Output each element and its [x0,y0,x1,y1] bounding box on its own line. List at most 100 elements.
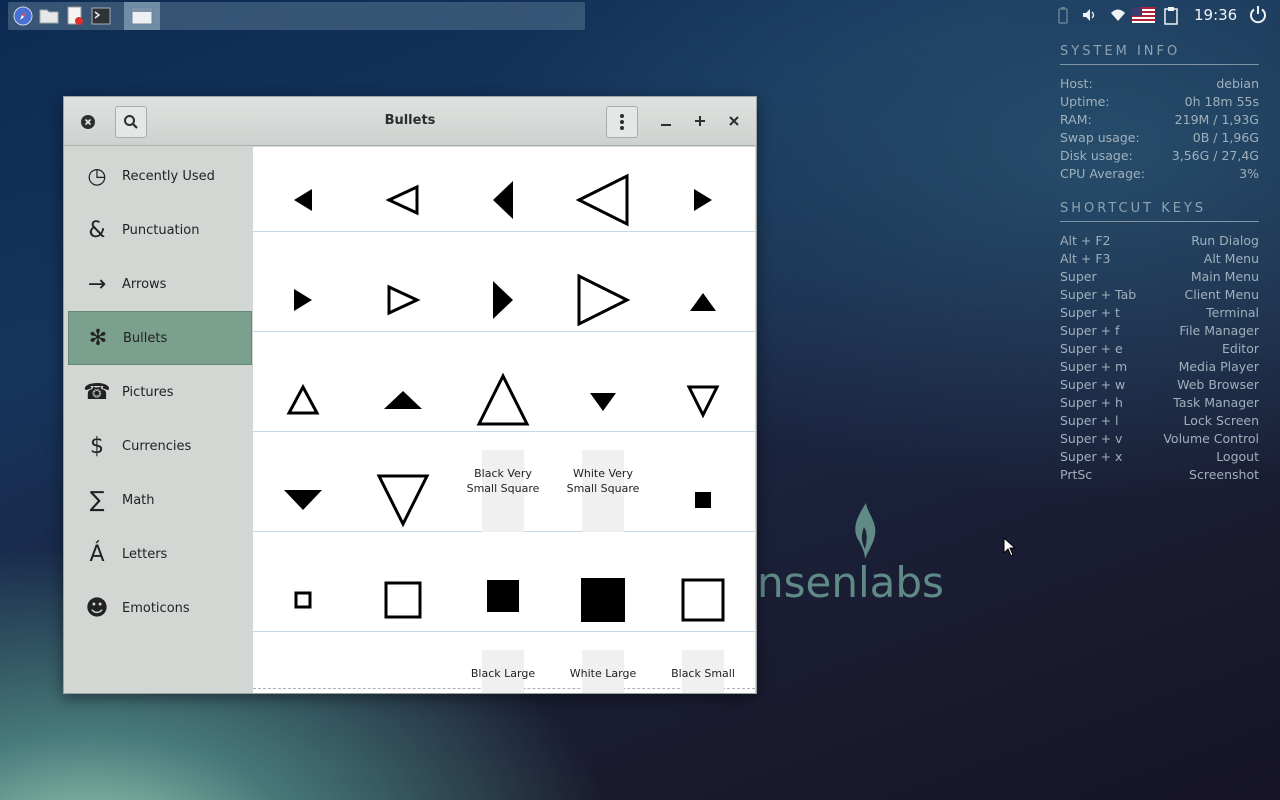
close-circle-icon [81,115,95,129]
sidebar-item-pictures[interactable]: ☎ Pictures [68,365,252,419]
character-cell[interactable] [553,332,653,432]
shortcut-value: Alt Menu [1203,251,1259,266]
compass-icon[interactable] [12,5,34,27]
maximize-button[interactable] [692,113,708,129]
menu-button[interactable] [606,106,638,138]
maximize-icon [695,116,705,126]
character-cell[interactable] [253,432,353,532]
sidebar-item-recently-used[interactable]: ◷ Recently Used [68,149,252,203]
shortcut-value: Terminal [1206,305,1259,320]
shortcut-row: Super + l Lock Screen [1060,412,1259,430]
sidebar-item-label: Math [122,492,155,508]
sidebar-item-currencies[interactable]: $ Currencies [68,419,252,473]
character-name-line: Black Large [470,667,536,680]
system-info-value: 3,56G / 27,4G [1171,148,1259,163]
system-info-row: Host: debian [1060,75,1259,93]
character-cell[interactable] [353,232,453,332]
text-editor-icon[interactable] [64,5,86,27]
sidebar-item-math[interactable]: ∑ Math [68,473,252,527]
system-info-row: Uptime: 0h 18m 55s [1060,93,1259,111]
shortcut-row: Super + v Volume Control [1060,430,1259,448]
character-cell[interactable] [353,432,453,532]
mouse-pointer-icon [1003,536,1017,561]
shortcut-label: Super + h [1060,395,1123,410]
character-row [253,332,755,432]
character-name-label: White Large [553,666,653,681]
search-button[interactable] [115,106,147,138]
sq-solid-small-glyph [695,492,711,508]
minimize-icon [661,124,671,126]
character-cell[interactable] [653,147,753,232]
bunsenlabs-logo-text: nsenlabs [757,558,944,607]
glyph-shape [690,293,716,311]
sidebar-item-arrows[interactable]: → Arrows [68,257,252,311]
sidebar-item-punctuation[interactable]: & Punctuation [68,203,252,257]
sidebar-item-bullets[interactable]: ✻ Bullets [68,311,252,365]
character-cell[interactable] [353,532,453,632]
glyph-shape [493,281,513,319]
sidebar-item-label: Letters [122,546,168,562]
character-name-label: Black Small [653,666,753,681]
terminal-icon[interactable] [90,5,112,27]
taskbar-window-bullets[interactable] [124,2,160,30]
shortcut-row: Super Main Menu [1060,268,1259,286]
character-cell[interactable] [653,232,753,332]
minimize-button[interactable] [658,113,674,129]
ampersand-icon: & [88,217,106,243]
character-cell[interactable] [553,232,653,332]
system-info-value: debian [1216,76,1259,91]
folder-icon[interactable] [38,5,60,27]
clipboard-icon[interactable] [1164,7,1178,29]
system-info-label: Swap usage: [1060,130,1140,145]
battery-icon[interactable] [1057,7,1069,29]
character-cell[interactable]: White Very Small Square [553,432,653,532]
telephone-icon: ☎ [83,379,111,405]
character-cell[interactable] [253,232,353,332]
character-cell[interactable] [453,532,553,632]
character-cell[interactable] [553,532,653,632]
shortcut-value: Run Dialog [1191,233,1259,248]
wifi-icon[interactable] [1110,7,1126,27]
glyph-shape [575,173,629,227]
character-cell[interactable] [453,147,553,232]
shortcut-label: PrtSc [1060,467,1093,482]
top-panel: 19:36 [0,0,1280,32]
glyph-shape [577,273,631,327]
character-name-line: Small Square [466,482,540,495]
us-flag-icon[interactable] [1132,7,1155,27]
volume-icon[interactable] [1082,7,1098,27]
character-cell[interactable] [553,147,653,232]
power-icon[interactable] [1248,5,1268,29]
character-name-line: Black Very [474,467,532,480]
character-cell[interactable] [453,232,553,332]
character-cell[interactable] [653,532,753,632]
character-cell[interactable] [453,332,553,432]
character-cell[interactable] [353,147,453,232]
character-name-line: White Large [569,667,637,680]
character-cell[interactable] [653,432,753,532]
shortcut-row: Alt + F2 Run Dialog [1060,232,1259,250]
clock[interactable]: 19:36 [1194,6,1237,24]
character-cell[interactable] [353,332,453,432]
shortcut-label: Super + f [1060,323,1120,338]
glyph-shape [581,578,625,622]
glyph-shape [694,189,712,211]
sq-solid-large-glyph [581,578,625,622]
character-cell[interactable]: Black Very Small Square [453,432,553,532]
character-cell[interactable] [253,532,353,632]
character-cell[interactable] [253,332,353,432]
character-cell[interactable] [253,147,353,232]
clock-icon: ◷ [87,163,107,189]
character-cell[interactable]: Black Large [453,632,553,693]
sidebar-item-letters[interactable]: Á Letters [68,527,252,581]
sq-solid-mid-glyph [487,580,519,612]
close-search-button[interactable] [72,106,104,138]
character-cell[interactable]: White Large [553,632,653,693]
sidebar-item-emoticons[interactable]: ☻ Emoticons [68,581,252,635]
character-cell[interactable]: Black Small [653,632,753,693]
tri-left-outline-small-glyph [385,184,419,216]
close-button[interactable] [726,113,742,129]
sidebar-item-label: Bullets [123,330,168,346]
character-cell[interactable] [653,332,753,432]
glyph-shape [294,591,312,609]
